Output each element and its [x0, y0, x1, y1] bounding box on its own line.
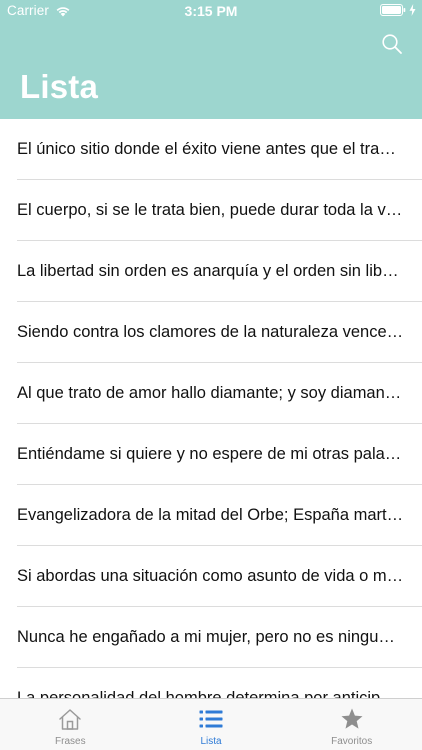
status-right: [380, 4, 416, 16]
list-item-text: Evangelizadora de la mitad del Orbe; Esp…: [17, 506, 404, 524]
list-item-text: Si abordas una situación como asunto de …: [17, 567, 404, 585]
list-item[interactable]: Si abordas una situación como asunto de …: [0, 546, 422, 607]
list-item[interactable]: El cuerpo, si se le trata bien, puede du…: [0, 180, 422, 241]
battery-icon: [380, 4, 406, 16]
charging-bolt-icon: [409, 4, 416, 16]
tab-frases[interactable]: Frases: [0, 699, 141, 750]
status-time: 3:15 PM: [184, 3, 238, 19]
status-bar: Carrier 3:15 PM: [0, 0, 422, 22]
list-item[interactable]: La personalidad del hombre determina por…: [0, 668, 422, 699]
list-item[interactable]: Siendo contra los clamores de la natural…: [0, 302, 422, 363]
list-item-text: Siendo contra los clamores de la natural…: [17, 323, 404, 341]
search-icon: [382, 34, 402, 54]
list-item-text: La personalidad del hombre determina por…: [17, 689, 404, 699]
home-icon: [59, 709, 82, 730]
star-icon: [341, 708, 363, 729]
search-button[interactable]: [379, 31, 405, 57]
list-item[interactable]: Entiéndame si quiere y no espere de mi o…: [0, 424, 422, 485]
list-item-text: Nunca he engañado a mi mujer, pero no es…: [17, 628, 404, 646]
tab-label: Frases: [55, 736, 86, 747]
list-item-text: El único sitio donde el éxito viene ante…: [17, 140, 404, 158]
list-item[interactable]: La libertad sin orden es anarquía y el o…: [0, 241, 422, 302]
app-screen: Carrier 3:15 PM Lista El único sitio don…: [0, 0, 422, 750]
tab-label: Favoritos: [331, 736, 373, 747]
page-title: Lista: [20, 68, 99, 105]
list-item-text: El cuerpo, si se le trata bien, puede du…: [17, 201, 404, 219]
list-item[interactable]: Al que trato de amor hallo diamante; y s…: [0, 363, 422, 424]
tab-lista[interactable]: Lista: [141, 699, 282, 750]
tab-label: Lista: [200, 736, 222, 747]
list-item[interactable]: Nunca he engañado a mi mujer, pero no es…: [0, 607, 422, 668]
list-item-text: Al que trato de amor hallo diamante; y s…: [17, 384, 404, 402]
tab-bar: Frases Lista Favoritos: [0, 698, 422, 750]
list-item[interactable]: El único sitio donde el éxito viene ante…: [0, 119, 422, 180]
navigation-header: Carrier 3:15 PM Lista: [0, 0, 422, 119]
list-icon: [199, 710, 223, 728]
tab-favoritos[interactable]: Favoritos: [281, 699, 422, 750]
list-item-text: Entiéndame si quiere y no espere de mi o…: [17, 445, 404, 463]
quote-list[interactable]: El único sitio donde el éxito viene ante…: [0, 119, 422, 699]
list-item-text: La libertad sin orden es anarquía y el o…: [17, 262, 404, 280]
list-item[interactable]: Evangelizadora de la mitad del Orbe; Esp…: [0, 485, 422, 546]
